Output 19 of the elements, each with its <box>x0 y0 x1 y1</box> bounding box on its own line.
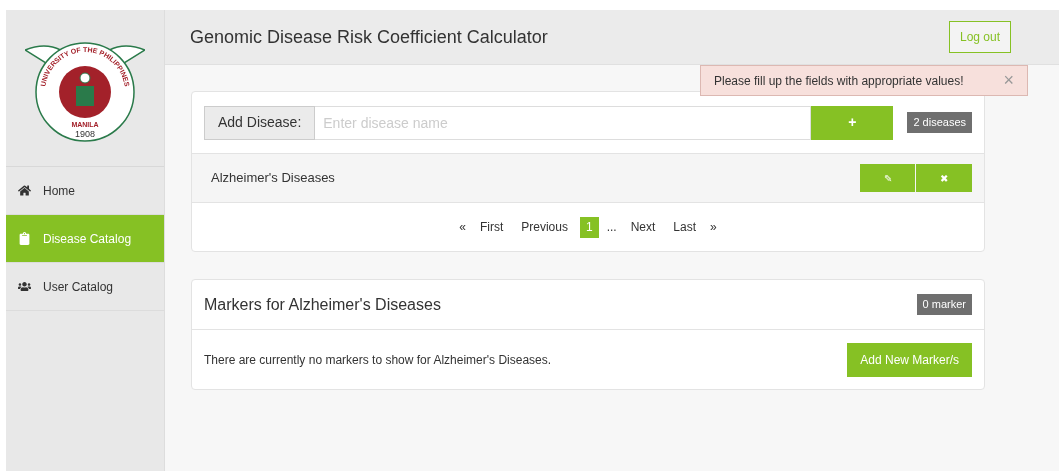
pagination-link[interactable]: Previous <box>515 216 574 238</box>
home-icon <box>18 184 31 197</box>
alert-message: Please fill up the fields with appropriate values! <box>714 72 964 90</box>
disease-name: Alzheimer's Diseases <box>211 169 335 188</box>
pagination-link[interactable]: » <box>708 216 719 238</box>
ellipsis-text: ... <box>605 218 618 236</box>
sidebar-item[interactable]: User Catalog <box>6 263 164 311</box>
add-disease-label: Add Disease: <box>204 105 316 140</box>
page-title: Genomic Disease Risk Coefficient Calculator <box>190 25 548 49</box>
no-markers-message: There are currently no markers to show for Alzheimer's Diseases. <box>204 351 552 369</box>
pagination-link[interactable]: Last <box>667 216 703 238</box>
pagination-link[interactable]: First <box>473 216 510 238</box>
markers-title: Markers for Alzheimer's Diseases <box>204 294 441 315</box>
disease-count-badge: 2 diseases <box>907 112 972 133</box>
pagination-link[interactable]: Next <box>624 216 662 238</box>
clipboard-icon <box>18 232 31 245</box>
pagination-link[interactable]: « <box>457 216 468 238</box>
marker-count-badge: 0 marker <box>916 294 972 315</box>
users-icon <box>18 280 31 293</box>
